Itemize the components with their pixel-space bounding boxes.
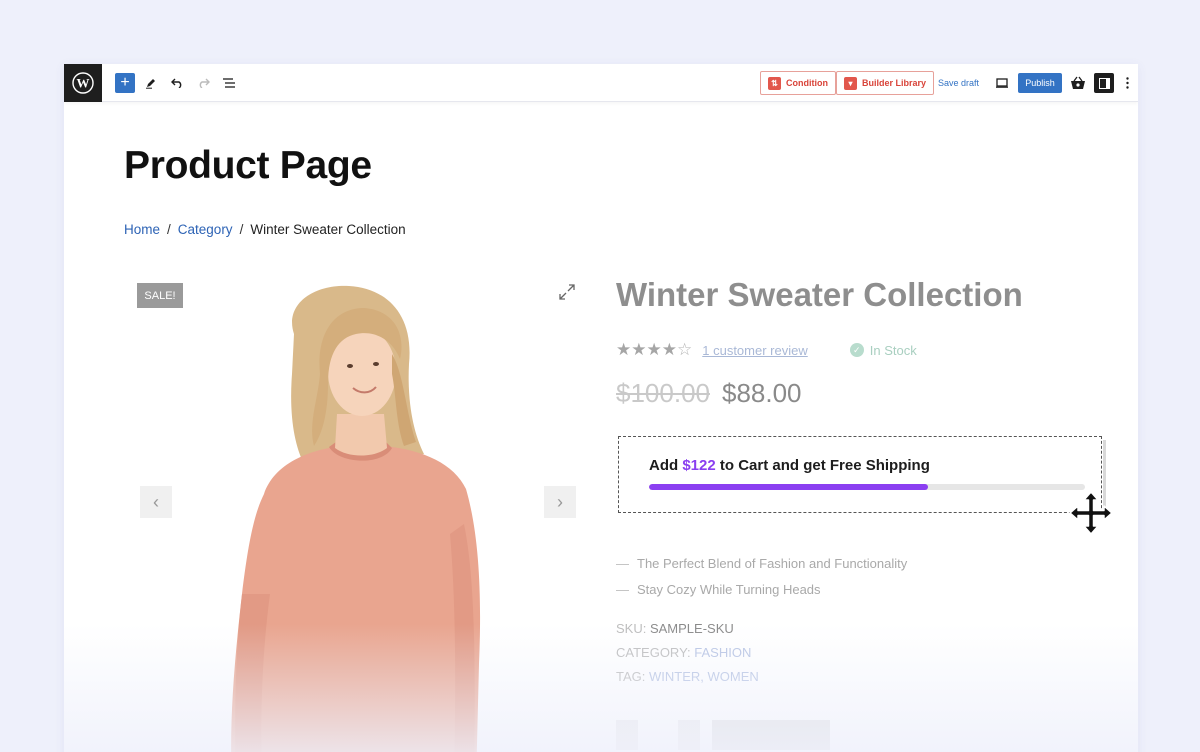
shopping-basket-icon[interactable] bbox=[1068, 73, 1088, 93]
product-gallery: SALE! ‹ › bbox=[124, 264, 584, 752]
category-link[interactable]: FASHION bbox=[694, 645, 751, 660]
product-meta: SKU: SAMPLE-SKU CATEGORY: FASHION TAG: W… bbox=[616, 617, 759, 689]
library-basket-icon: ▾ bbox=[844, 76, 857, 90]
shipping-text-before: Add bbox=[649, 457, 683, 474]
gallery-next-button[interactable]: › bbox=[544, 486, 576, 518]
editor-toolbar: W + ⇅ Condition ▾ Builder Library Save d… bbox=[64, 64, 1138, 102]
expand-icon[interactable] bbox=[558, 283, 576, 301]
sku-label: SKU: bbox=[616, 621, 647, 636]
breadcrumb: Home / Category / Winter Sweater Collect… bbox=[124, 222, 406, 237]
redo-icon[interactable] bbox=[193, 73, 213, 93]
category-row: CATEGORY: FASHION bbox=[616, 641, 759, 665]
svg-text:W: W bbox=[77, 76, 90, 91]
shipping-amount: $122 bbox=[682, 457, 716, 474]
star-outline-icon: ☆ bbox=[677, 340, 693, 359]
sale-price: $88.00 bbox=[721, 378, 802, 408]
condition-label: Condition bbox=[786, 78, 828, 88]
feature-text: Stay Cozy While Turning Heads bbox=[637, 582, 821, 597]
condition-icon: ⇅ bbox=[768, 76, 781, 90]
add-block-button[interactable]: + bbox=[115, 73, 135, 93]
sidebar-settings-icon[interactable] bbox=[1094, 73, 1114, 93]
sale-badge: SALE! bbox=[137, 283, 183, 308]
desktop-preview-icon[interactable] bbox=[992, 73, 1012, 93]
category-label: CATEGORY: bbox=[616, 645, 691, 660]
free-shipping-bar-block[interactable]: Add $122 to Cart and get Free Shipping bbox=[618, 436, 1106, 513]
product-title: Winter Sweater Collection bbox=[616, 276, 1023, 313]
condition-button[interactable]: ⇅ Condition bbox=[760, 71, 836, 95]
undo-icon[interactable] bbox=[167, 73, 187, 93]
pencil-icon[interactable] bbox=[141, 73, 161, 93]
regular-price: $100.00 bbox=[616, 378, 710, 408]
editor-window: W + ⇅ Condition ▾ Builder Library Save d… bbox=[64, 64, 1138, 752]
gallery-prev-button[interactable]: ‹ bbox=[140, 486, 172, 518]
breadcrumb-separator: / bbox=[167, 222, 171, 237]
builder-library-label: Builder Library bbox=[862, 78, 927, 88]
price-row: $100.00 $88.00 bbox=[616, 378, 802, 409]
builder-library-button[interactable]: ▾ Builder Library bbox=[836, 71, 935, 95]
product-image bbox=[231, 285, 481, 752]
free-shipping-message: Add $122 to Cart and get Free Shipping bbox=[649, 457, 930, 474]
breadcrumb-current: Winter Sweater Collection bbox=[250, 222, 406, 237]
star-icon: ★ bbox=[631, 340, 647, 359]
page-title: Product Page bbox=[124, 144, 372, 187]
star-icon: ★ bbox=[646, 340, 662, 359]
sku-row: SKU: SAMPLE-SKU bbox=[616, 617, 759, 641]
customer-review-link[interactable]: 1 customer review bbox=[702, 343, 807, 358]
product-features: — The Perfect Blend of Fashion and Functi… bbox=[616, 556, 907, 608]
wordpress-logo-icon[interactable]: W bbox=[64, 64, 102, 102]
breadcrumb-separator: / bbox=[239, 222, 244, 237]
tag-links[interactable]: WINTER, WOMEN bbox=[649, 669, 759, 684]
quantity-minus-button[interactable] bbox=[616, 720, 638, 750]
shipping-progress-track bbox=[649, 484, 1085, 490]
add-to-cart-button[interactable] bbox=[712, 720, 830, 750]
tag-label: TAG: bbox=[616, 669, 646, 684]
star-icon: ★ bbox=[616, 340, 632, 359]
shipping-text-after: to Cart and get Free Shipping bbox=[715, 457, 930, 474]
feature-item: — Stay Cozy While Turning Heads bbox=[616, 582, 821, 597]
shipping-progress-fill bbox=[649, 484, 929, 490]
rating-row: ★★★★☆ 1 customer review ✓ In Stock bbox=[616, 340, 917, 360]
list-view-icon[interactable] bbox=[219, 73, 239, 93]
breadcrumb-category-link[interactable]: Category bbox=[178, 222, 233, 237]
tag-row: TAG: WINTER, WOMEN bbox=[616, 665, 759, 689]
quantity-plus-button[interactable] bbox=[678, 720, 700, 750]
sku-value: SAMPLE-SKU bbox=[649, 621, 734, 636]
save-draft-button[interactable]: Save draft bbox=[938, 78, 979, 88]
feature-item: — The Perfect Blend of Fashion and Functi… bbox=[616, 556, 908, 571]
star-rating: ★★★★☆ bbox=[616, 340, 692, 360]
stock-label: In Stock bbox=[869, 342, 917, 358]
check-circle-icon: ✓ bbox=[849, 343, 864, 357]
kebab-menu-icon[interactable] bbox=[1120, 73, 1134, 93]
move-cursor-icon[interactable] bbox=[1068, 490, 1114, 536]
add-to-cart-form bbox=[616, 720, 830, 750]
breadcrumb-home-link[interactable]: Home bbox=[124, 222, 160, 237]
stock-status: ✓ In Stock bbox=[849, 342, 917, 358]
publish-button[interactable]: Publish bbox=[1018, 73, 1062, 93]
feature-text: The Perfect Blend of Fashion and Functio… bbox=[637, 556, 908, 571]
quantity-input[interactable] bbox=[638, 720, 678, 750]
star-icon: ★ bbox=[661, 340, 677, 359]
